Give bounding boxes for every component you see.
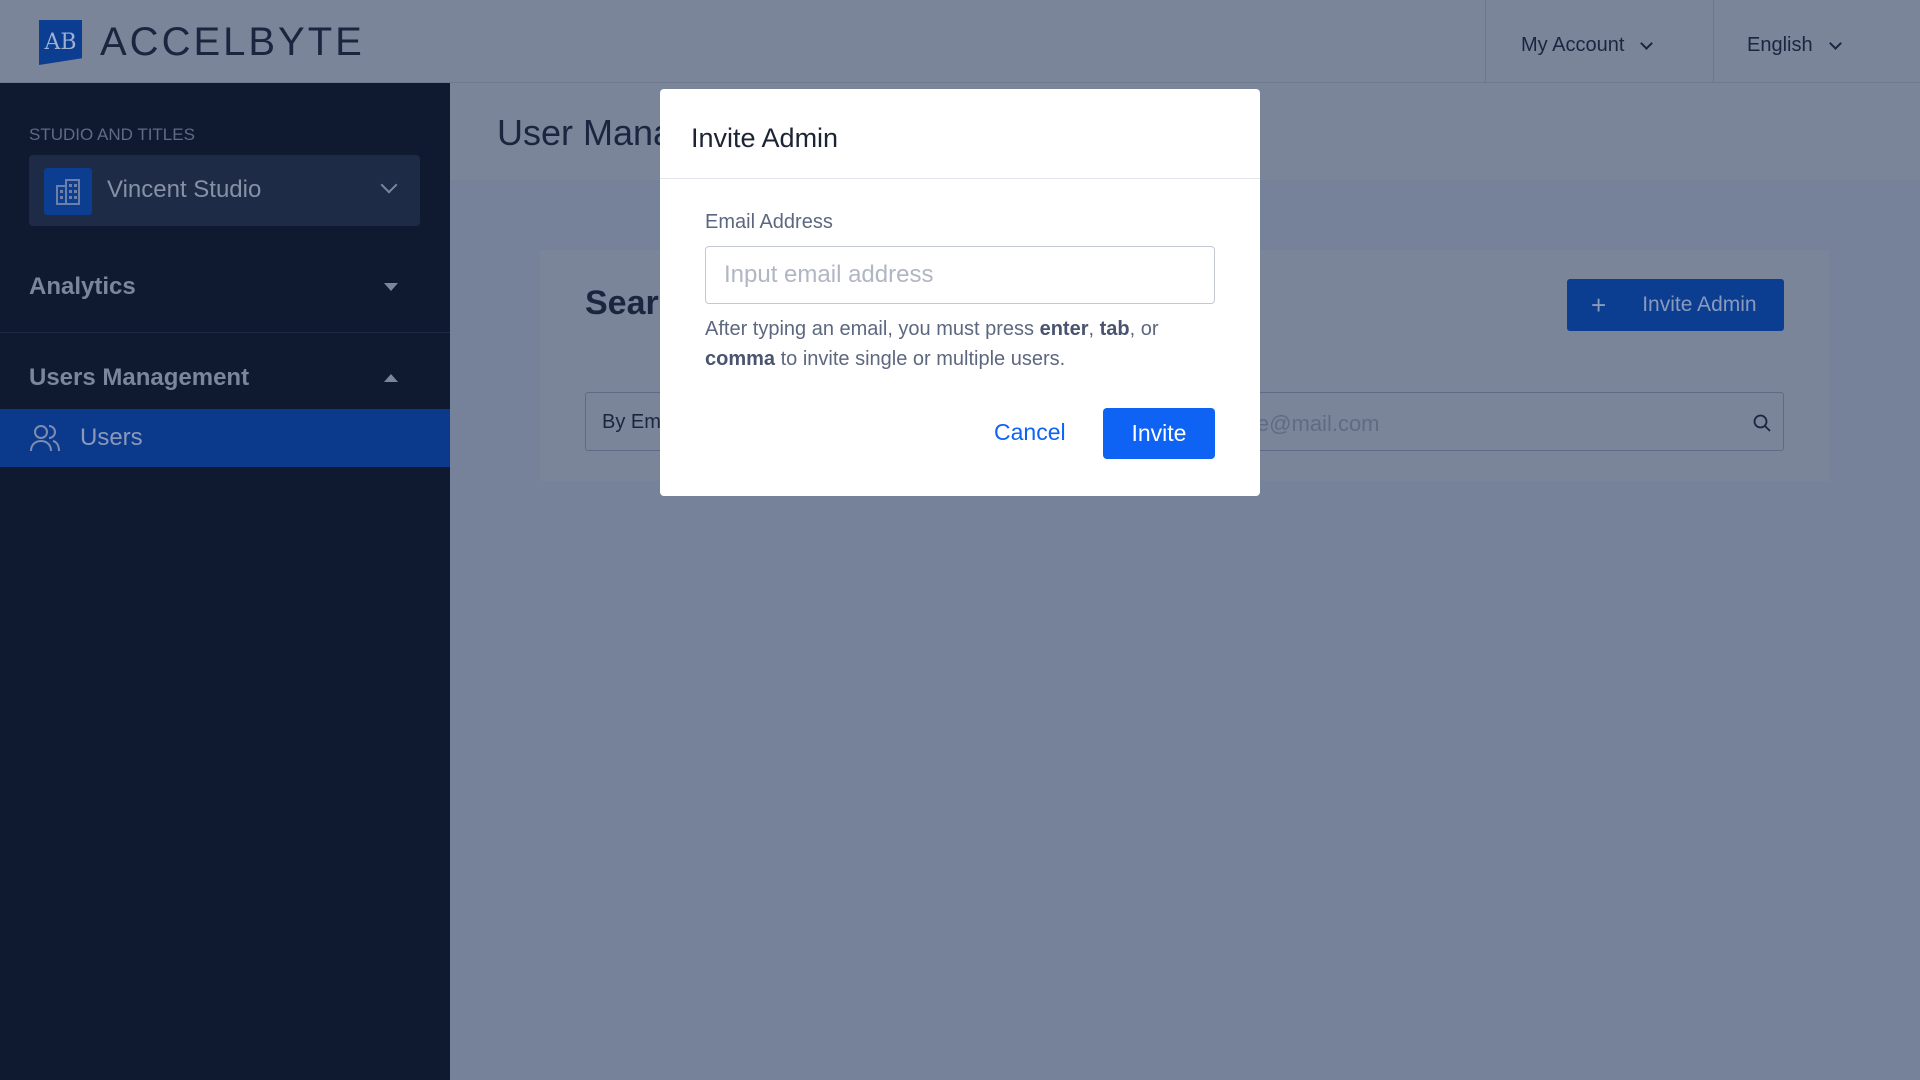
chevron-down-icon <box>1828 36 1842 50</box>
help-pre: After typing an email, you must press <box>705 318 1040 340</box>
sidebar-divider <box>0 332 450 333</box>
invite-admin-modal: Invite Admin Email Address After typing … <box>660 89 1260 496</box>
plus-icon: + <box>1591 289 1607 320</box>
top-header: AB ACCELBYTE My Account English <box>0 0 1920 83</box>
studio-selector[interactable]: Vincent Studio <box>29 155 420 226</box>
accelbyte-logo-text: ACCELBYTE <box>100 20 365 64</box>
help-enter: enter <box>1039 318 1089 340</box>
invite-button[interactable]: Invite <box>1103 408 1215 459</box>
sidebar-item-users[interactable]: Users <box>0 409 450 467</box>
header-divider <box>1485 0 1486 83</box>
modal-divider <box>660 178 1260 179</box>
invite-admin-button[interactable]: + Invite Admin <box>1567 279 1784 331</box>
email-input[interactable] <box>705 246 1215 304</box>
sidebar <box>0 83 450 1080</box>
caret-down-icon[interactable] <box>384 283 398 291</box>
caret-up-icon[interactable] <box>384 374 398 382</box>
invite-admin-label: Invite Admin <box>1642 293 1757 316</box>
studio-name: Vincent Studio <box>107 176 262 203</box>
help-text: After typing an email, you must press en… <box>705 314 1225 374</box>
sidebar-item-label: Users <box>80 424 143 451</box>
language-label: English <box>1747 34 1813 56</box>
sidebar-section-analytics[interactable]: Analytics <box>29 273 136 301</box>
users-icon <box>30 425 60 452</box>
studio-section-label: STUDIO AND TITLES <box>29 125 195 144</box>
email-label: Email Address <box>705 211 833 233</box>
modal-title: Invite Admin <box>691 123 839 153</box>
header-divider <box>1713 0 1714 83</box>
sidebar-section-users-management[interactable]: Users Management <box>29 364 249 392</box>
language-dropdown[interactable]: English <box>1747 34 1842 57</box>
chevron-down-icon <box>1640 36 1654 50</box>
help-comma: comma <box>705 348 776 370</box>
help-sep: , <box>1088 318 1100 340</box>
help-post: to invite single or multiple users. <box>775 348 1066 370</box>
accelbyte-logo-icon: AB <box>39 20 82 65</box>
building-icon <box>44 168 92 215</box>
search-icon[interactable] <box>1752 413 1772 433</box>
chevron-down-icon <box>380 176 398 194</box>
my-account-label: My Account <box>1521 34 1625 56</box>
my-account-dropdown[interactable]: My Account <box>1521 34 1654 57</box>
cancel-button[interactable]: Cancel <box>978 407 1082 458</box>
help-sep: , or <box>1129 318 1159 340</box>
help-tab: tab <box>1099 318 1130 340</box>
